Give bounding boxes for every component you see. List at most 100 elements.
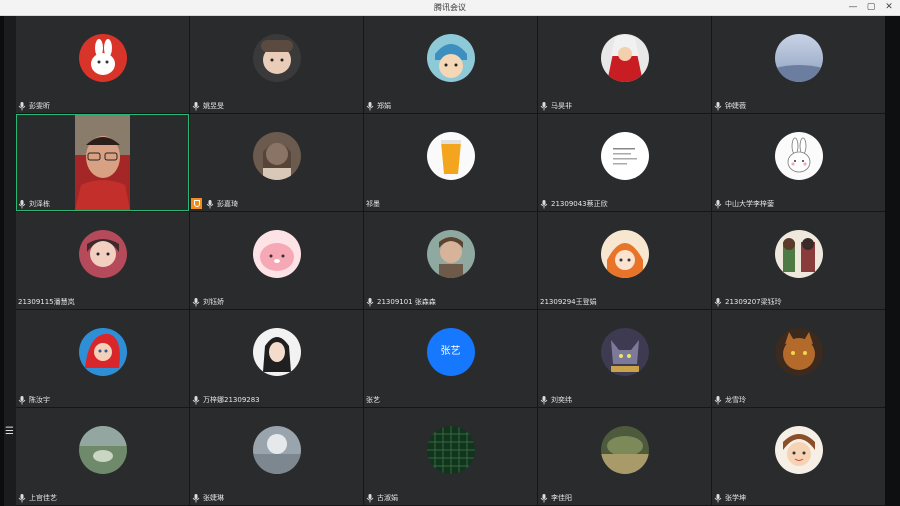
participant-tile[interactable]: 刘奕纬 [538,310,711,407]
participant-tile[interactable]: 21309115潘慧岚 [16,212,189,309]
close-button[interactable]: ✕ [882,1,896,14]
participant-tile[interactable]: 彭嘉琦 [190,114,363,211]
avatar [426,34,475,82]
participant-tile-active-speaker[interactable]: 刘泽栋 [16,114,189,211]
participant-label: 刘奕纬 [539,394,572,405]
participant-tile[interactable]: 龙雪玲 [712,310,885,407]
mic-icon [18,199,26,208]
participant-tile[interactable]: 21309101 张森森 [364,212,537,309]
participant-name: 马昊非 [551,101,572,110]
mic-icon [206,199,214,208]
participant-tile[interactable]: 张学坤 [712,408,885,505]
mic-icon [540,199,548,208]
avatar [774,34,823,82]
avatar [78,230,127,278]
mic-icon [366,297,374,306]
mic-icon [192,395,200,404]
title-bar: 腾讯会议 — ▢ ✕ [0,0,900,16]
participant-tile[interactable]: 马昊非 [538,16,711,113]
list-handle-icon[interactable]: ☰ [5,426,16,438]
mic-icon [714,395,722,404]
participant-name: 张学坤 [725,493,746,502]
participant-label: 张婕琳 [191,492,224,503]
participant-tile[interactable]: 21309207梁钰玲 [712,212,885,309]
participant-tile[interactable]: 祁墨 [364,114,537,211]
participant-label: 万梓娜21309283 [191,394,260,405]
participant-tile[interactable]: 彭雯昕 [16,16,189,113]
minimize-button[interactable]: — [846,1,860,14]
participant-tile[interactable]: 郑娟 [364,16,537,113]
participant-tile[interactable]: 上官佳艺 [16,408,189,505]
avatar [774,230,823,278]
participant-name: 21309115潘慧岚 [18,297,75,306]
avatar [600,132,649,180]
participant-label: 上官佳艺 [17,492,57,503]
participant-name: 21309294王登娟 [540,297,597,306]
participant-name: 陈汝宇 [29,395,50,404]
mic-icon [18,101,26,110]
avatar [78,328,127,376]
mic-icon [192,101,200,110]
mic-icon [18,395,26,404]
mic-icon [192,493,200,502]
participant-label: 彭雯昕 [17,100,50,111]
participant-name: 中山大学李梓蓥 [725,199,774,208]
mic-icon [714,101,722,110]
mic-icon [366,493,374,502]
participant-label: 李佳阳 [539,492,572,503]
participant-name: 21309101 张森森 [377,297,436,306]
avatar [252,328,301,376]
participant-label: 张学坤 [713,492,746,503]
mic-icon [540,493,548,502]
participant-label: 张艺 [365,394,380,405]
avatar [252,34,301,82]
participant-label: 刘泽栋 [17,198,50,209]
participant-name: 刘泽栋 [29,199,50,208]
participant-tile[interactable]: 21309043蔡正欣 [538,114,711,211]
participant-label: 中山大学李梓蓥 [713,198,774,209]
participant-name: 刘奕纬 [551,395,572,404]
maximize-button[interactable]: ▢ [864,1,878,14]
participant-label: 钟婕薇 [713,100,746,111]
participant-label: 刘钰娇 [191,296,224,307]
participant-name: 上官佳艺 [29,493,57,502]
participant-tile[interactable]: 张艺 张艺 [364,310,537,407]
participant-name: 彭嘉琦 [217,199,238,208]
avatar [252,132,301,180]
participant-tile[interactable]: 刘钰娇 [190,212,363,309]
avatar [600,328,649,376]
avatar [252,426,301,474]
participant-tile[interactable]: 张婕琳 [190,408,363,505]
participant-tile[interactable]: 万梓娜21309283 [190,310,363,407]
mic-icon [714,199,722,208]
participant-tile[interactable]: 李佳阳 [538,408,711,505]
participant-label: 马昊非 [539,100,572,111]
participant-tile[interactable]: 陈汝宇 [16,310,189,407]
participant-label: 21309043蔡正欣 [539,198,608,209]
participant-name: 钟婕薇 [725,101,746,110]
avatar [78,34,127,82]
participant-label: 姚昱旻 [191,100,224,111]
participant-name: 姚昱旻 [203,101,224,110]
participant-label: 陈汝宇 [17,394,50,405]
participant-label: 龙雪玲 [713,394,746,405]
mic-icon [540,395,548,404]
participant-label: 21309207梁钰玲 [713,296,782,307]
participant-grid: 彭雯昕 姚昱旻 郑娟 马昊非 钟婕薇 刘泽栋 彭嘉琦 祁墨 21309043蔡正… [16,16,885,506]
participant-name: 古淑娟 [377,493,398,502]
mic-icon [192,297,200,306]
mic-icon [714,493,722,502]
participant-name: 龙雪玲 [725,395,746,404]
participant-video [75,115,130,210]
participant-label: 祁墨 [365,198,380,209]
mic-icon [18,493,26,502]
participant-name: 万梓娜21309283 [203,395,260,404]
participant-tile[interactable]: 姚昱旻 [190,16,363,113]
participant-tile[interactable]: 钟婕薇 [712,16,885,113]
text-avatar: 张艺 [426,328,475,376]
avatar [600,230,649,278]
avatar [426,230,475,278]
participant-tile[interactable]: 古淑娟 [364,408,537,505]
participant-tile[interactable]: 中山大学李梓蓥 [712,114,885,211]
participant-tile[interactable]: 21309294王登娟 [538,212,711,309]
